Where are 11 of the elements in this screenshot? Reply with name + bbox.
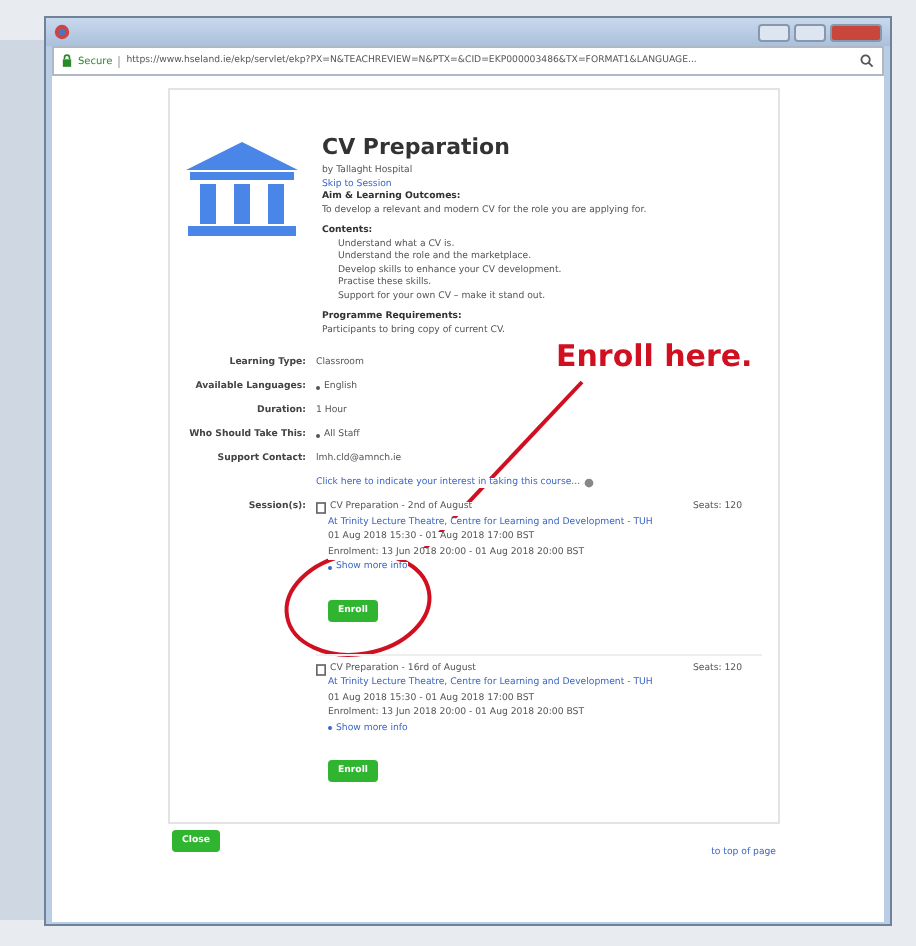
search-icon [860,54,874,68]
calendar-icon [316,663,326,676]
annotation-text: Enroll here. [556,338,753,374]
building-icon [182,138,302,238]
lock-icon [62,54,72,68]
browser-icon [54,24,70,40]
calendar-icon [316,502,326,515]
minimize-button[interactable] [758,23,790,41]
course-title: CV Preparation [322,134,512,160]
close-button[interactable] [830,23,882,41]
maximize-button[interactable] [794,23,826,41]
